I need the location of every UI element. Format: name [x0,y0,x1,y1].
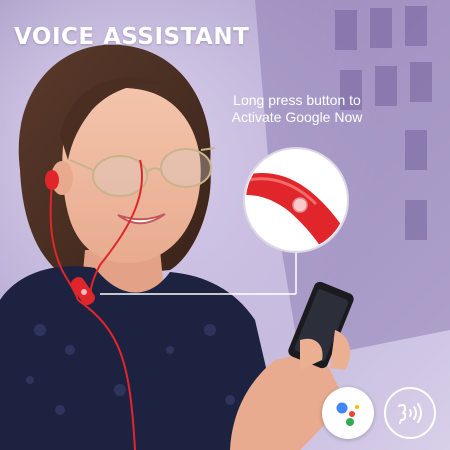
headline: VOICE ASSISTANT [14,24,250,50]
google-assistant-icon [322,387,374,439]
callout-line-1: Long press button to [233,92,361,108]
product-image: VOICE ASSISTANT Long press button to Act… [0,0,450,450]
earbud [45,170,59,190]
voice-command-icon [384,387,436,439]
callout-line-2: Activate Google Now [231,109,363,125]
callout-text: Long press button to Activate Google Now [222,92,372,126]
photo-scene [0,0,450,450]
